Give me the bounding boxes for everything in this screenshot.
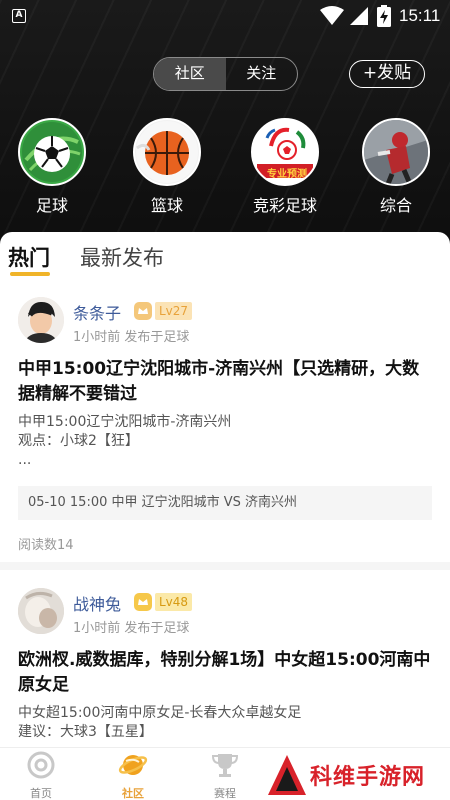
match-info[interactable]: 05-10 15:00 中甲 辽宁沈阳城市 VS 济南兴州 <box>18 486 432 520</box>
nav-schedule[interactable]: 赛程 <box>195 748 255 800</box>
nav-community[interactable]: 社区 <box>103 748 163 800</box>
category-lottery-football[interactable]: 专业预测 竞彩足球 <box>246 118 324 216</box>
community-follow-toggle: 社区 关注 <box>153 57 298 91</box>
nav-label: 社区 <box>122 787 144 800</box>
avatar[interactable] <box>18 297 64 343</box>
post-body-line: 中女超15:00河南中原女足-长春大众卓越女足 <box>18 705 302 721</box>
football-icon <box>18 118 86 186</box>
basketball-icon <box>133 118 201 186</box>
category-basketball[interactable]: 篮球 <box>131 118 203 216</box>
planet-icon <box>118 755 148 775</box>
active-tab-indicator <box>10 272 50 276</box>
category-label: 综合 <box>379 196 412 215</box>
post-body: 中女超15:00河南中原女足-长春大众卓越女足 建议：大球3【五星】 <box>18 704 432 742</box>
post-body-line: 观点：小球2【狂】 <box>18 433 139 449</box>
site-watermark: 科维手游网 <box>262 745 450 800</box>
feed-tabs: 热门 最新发布 <box>0 232 450 282</box>
post-divider <box>0 562 450 570</box>
author-name[interactable]: 战神兔 <box>73 591 121 615</box>
post-title[interactable]: 中甲15:00辽宁沈阳城市-济南兴州【只选精研，大数据精解不要错过 <box>18 357 432 407</box>
category-label: 竞彩足球 <box>252 196 317 215</box>
wifi-icon <box>320 6 344 25</box>
trophy-icon <box>211 754 239 777</box>
level-badge: Lv48 <box>155 593 193 611</box>
tab-hot[interactable]: 热门 <box>8 242 50 272</box>
battery-charging-icon <box>377 5 391 27</box>
nav-label: 赛程 <box>214 787 236 800</box>
post-body: 中甲15:00辽宁沈阳城市-济南兴州 观点：小球2【狂】 ... <box>18 413 432 470</box>
tab-follow[interactable]: 关注 <box>226 58 298 90</box>
level-badge-icon <box>134 593 152 611</box>
nav-home[interactable]: 首页 <box>11 748 71 800</box>
home-icon <box>27 751 55 779</box>
post-body-line: ... <box>18 452 32 468</box>
new-post-button[interactable]: +发贴 <box>349 60 425 88</box>
feed-panel: 热门 最新发布 条条子 Lv27 1小时前 发布于足球 中甲15:00辽宁沈阳城… <box>0 232 450 747</box>
level-badge-icon <box>134 302 152 320</box>
category-football[interactable]: 足球 <box>16 118 88 216</box>
watermark-logo-icon <box>268 755 306 795</box>
author-name[interactable]: 条条子 <box>73 300 121 324</box>
general-sports-icon <box>362 118 430 186</box>
category-general[interactable]: 综合 <box>360 118 432 216</box>
signal-icon <box>350 7 368 25</box>
watermark-text: 科维手游网 <box>310 765 426 790</box>
level-badge: Lv27 <box>155 302 193 320</box>
post-meta: 1小时前 发布于足球 <box>73 330 190 345</box>
post-body-line: 建议：大球3【五星】 <box>18 724 153 740</box>
category-label: 篮球 <box>150 196 183 215</box>
post-title[interactable]: 欧洲杈.威数据库，特别分解1场】中女超15:00河南中原女足 <box>18 648 432 698</box>
nav-label: 首页 <box>30 787 52 800</box>
tab-community[interactable]: 社区 <box>154 58 226 90</box>
status-bar: A 15:11 <box>0 0 450 34</box>
avatar[interactable] <box>18 588 64 634</box>
tab-latest[interactable]: 最新发布 <box>80 242 164 272</box>
lottery-image-caption: 专业预测 <box>267 169 307 180</box>
status-time: 15:11 <box>399 6 441 25</box>
read-count: 阅读数14 <box>18 538 74 553</box>
app-notification-icon: A <box>12 9 26 23</box>
category-label: 足球 <box>35 196 68 215</box>
post-meta: 1小时前 发布于足球 <box>73 621 190 636</box>
lottery-football-icon: 专业预测 <box>251 118 319 186</box>
post-body-line: 中甲15:00辽宁沈阳城市-济南兴州 <box>18 414 232 430</box>
